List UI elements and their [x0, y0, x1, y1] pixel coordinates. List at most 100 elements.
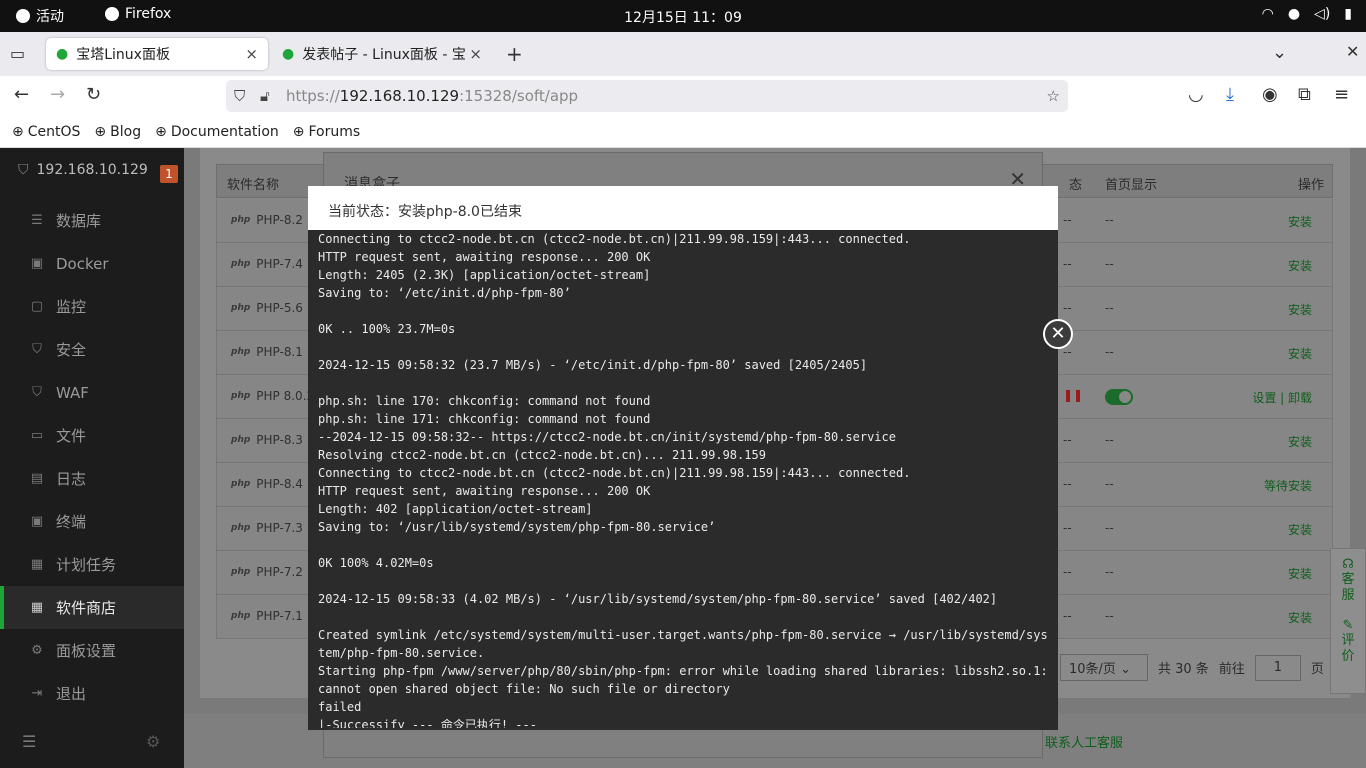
- contact-support-link[interactable]: 联系人工客服: [1045, 732, 1123, 751]
- settings-uninstall-links[interactable]: 设置 | 卸载: [1252, 389, 1312, 406]
- collapse-sidebar-icon[interactable]: ☰: [22, 732, 36, 751]
- clock[interactable]: 12月15日 11：09: [0, 7, 1366, 27]
- install-link[interactable]: 安装: [1288, 565, 1312, 582]
- software-name[interactable]: PHP-8.1: [256, 345, 303, 359]
- bookmark-documentation[interactable]: ⊕ Documentation: [155, 124, 279, 140]
- database-icon: ☰: [31, 213, 43, 228]
- url-scheme: https://: [286, 87, 340, 105]
- bookmark-label: CentOS: [27, 123, 81, 140]
- close-dialog-icon[interactable]: ✕: [1043, 319, 1073, 349]
- bookmark-centos[interactable]: ⊕ CentOS: [12, 124, 80, 140]
- status-cell: --: [1063, 213, 1072, 227]
- close-window-icon[interactable]: ✕: [1346, 42, 1359, 61]
- edit-icon: ✎: [1342, 618, 1354, 633]
- sidebar-item-app-store[interactable]: ▦ 软件商店: [0, 586, 184, 629]
- globe-icon: ⊕: [94, 123, 107, 140]
- software-name[interactable]: PHP-8.4: [256, 477, 303, 491]
- status-cell: --: [1063, 257, 1072, 271]
- extensions-icon[interactable]: ⧉: [1298, 84, 1311, 105]
- sidebar-item-database[interactable]: ☰ 数据库: [0, 199, 184, 242]
- menu-hamburger-icon[interactable]: ≡: [1334, 84, 1349, 105]
- software-name[interactable]: PHP-8.2: [256, 213, 303, 227]
- install-link[interactable]: 安装: [1288, 345, 1312, 362]
- tab-baota-panel[interactable]: ● 宝塔Linux面板 ×: [46, 38, 268, 70]
- log-icon: ▤: [30, 471, 44, 486]
- install-link[interactable]: 安装: [1288, 257, 1312, 274]
- theme-gear-icon[interactable]: ⚙: [146, 732, 160, 751]
- status-cell: --: [1063, 609, 1072, 623]
- php-logo-icon: php: [231, 347, 251, 357]
- tab-overview-icon[interactable]: ▭: [10, 44, 25, 63]
- grid-icon: ▦: [30, 600, 44, 615]
- list-tabs-chevron-icon[interactable]: ⌄: [1272, 42, 1287, 63]
- pocket-icon[interactable]: ◡: [1188, 84, 1204, 105]
- tab-post-thread[interactable]: ● 发表帖子 - Linux面板 - 宝 ×: [272, 38, 492, 70]
- php-logo-icon: php: [231, 567, 251, 577]
- account-icon[interactable]: ◉: [1262, 84, 1278, 105]
- reload-icon[interactable]: ↻: [86, 84, 101, 105]
- install-link[interactable]: 安装: [1288, 433, 1312, 450]
- install-log-dialog: 当前状态：安装php-8.0已结束 Connecting to ctcc2-no…: [308, 186, 1058, 730]
- software-name[interactable]: PHP-7.2: [256, 565, 303, 579]
- bookmark-star-icon[interactable]: ☆: [1047, 87, 1060, 105]
- volume-icon: ◁): [1314, 6, 1331, 22]
- sidebar-item-label: 监控: [56, 298, 87, 316]
- col-software-name: 软件名称: [227, 178, 280, 193]
- rate-button[interactable]: ✎ 评价: [1331, 604, 1365, 665]
- php-logo-icon: php: [231, 611, 251, 621]
- server-host[interactable]: ⛉ 192.168.10.129: [18, 162, 148, 178]
- waiting-install-link[interactable]: 等待安装: [1264, 477, 1312, 494]
- sidebar-item-settings[interactable]: ⚙ 面板设置: [0, 629, 184, 672]
- software-name[interactable]: PHP 8.0.2: [256, 389, 314, 403]
- bookmark-forums[interactable]: ⊕ Forums: [293, 124, 360, 140]
- sidebar-item-label: WAF: [56, 383, 89, 402]
- homepage-toggle[interactable]: [1105, 389, 1133, 405]
- notification-badge[interactable]: 1: [160, 165, 178, 183]
- sidebar-item-monitor[interactable]: ▢ 监控: [0, 285, 184, 328]
- install-link[interactable]: 安装: [1288, 521, 1312, 538]
- system-tray[interactable]: ◠ ● ◁) ▮: [1262, 6, 1352, 22]
- folder-icon: ▭: [30, 428, 44, 443]
- pause-icon[interactable]: ❚❚: [1063, 388, 1083, 402]
- sidebar-item-files[interactable]: ▭ 文件: [0, 414, 184, 457]
- sidebar-item-security[interactable]: ⛉ 安全: [0, 328, 184, 371]
- total-count: 共 30 条: [1158, 662, 1209, 677]
- forward-icon[interactable]: →: [50, 84, 65, 105]
- close-tab-icon[interactable]: ×: [469, 45, 482, 63]
- install-link[interactable]: 安装: [1288, 213, 1312, 230]
- downloads-icon[interactable]: ⤓: [1226, 84, 1234, 105]
- homepage-cell: --: [1105, 257, 1114, 271]
- sidebar-item-terminal[interactable]: ▣ 终端: [0, 500, 184, 543]
- sidebar-item-waf[interactable]: ⛉ WAF: [0, 371, 184, 414]
- software-name[interactable]: PHP-7.1: [256, 609, 303, 623]
- install-link[interactable]: 安装: [1288, 609, 1312, 626]
- baota-shield-icon: ●: [56, 46, 69, 62]
- software-name[interactable]: PHP-5.6: [256, 301, 303, 315]
- bookmark-blog[interactable]: ⊕ Blog: [94, 124, 141, 140]
- sidebar-item-docker[interactable]: ▣ Docker: [0, 242, 184, 285]
- bookmarks-toolbar: ⊕ CentOS ⊕ Blog ⊕ Documentation ⊕ Forums: [0, 116, 1366, 148]
- sidebar-item-logout[interactable]: ⇥ 退出: [0, 672, 184, 715]
- customer-service-button[interactable]: ☊ 客服: [1331, 549, 1365, 604]
- url-path: :15328/soft/app: [459, 87, 579, 105]
- url-bar[interactable]: ⛉ 🔓︎ https://192.168.10.129:15328/soft/a…: [226, 80, 1068, 112]
- install-log-output: Connecting to ctcc2-node.bt.cn (ctcc2-no…: [318, 232, 1048, 728]
- tracking-shield-icon: ⛉: [234, 87, 246, 105]
- close-tab-icon[interactable]: ×: [245, 45, 258, 63]
- sidebar-item-logs[interactable]: ▤ 日志: [0, 457, 184, 500]
- back-icon[interactable]: ←: [14, 84, 29, 105]
- sidebar-item-label: 退出: [56, 685, 87, 703]
- page-size-select[interactable]: 10条/页 ⌄: [1060, 654, 1148, 681]
- software-name[interactable]: PHP-7.4: [256, 257, 303, 271]
- sidebar-item-cron[interactable]: ▦ 计划任务: [0, 543, 184, 586]
- docker-icon: ▣: [30, 256, 44, 271]
- software-name[interactable]: PHP-8.3: [256, 433, 303, 447]
- install-link[interactable]: 安装: [1288, 301, 1312, 318]
- software-name[interactable]: PHP-7.3: [256, 521, 303, 535]
- new-tab-button[interactable]: +: [506, 42, 523, 66]
- sidebar-item-label: Docker: [56, 254, 109, 273]
- page-input[interactable]: 1: [1254, 654, 1301, 681]
- battery-icon: ▮: [1344, 6, 1352, 22]
- tab-strip: ▭ ● 宝塔Linux面板 × ● 发表帖子 - Linux面板 - 宝 × +…: [0, 32, 1366, 76]
- system-top-bar: 活动 Firefox 12月15日 11：09 ◠ ● ◁) ▮: [0, 0, 1366, 32]
